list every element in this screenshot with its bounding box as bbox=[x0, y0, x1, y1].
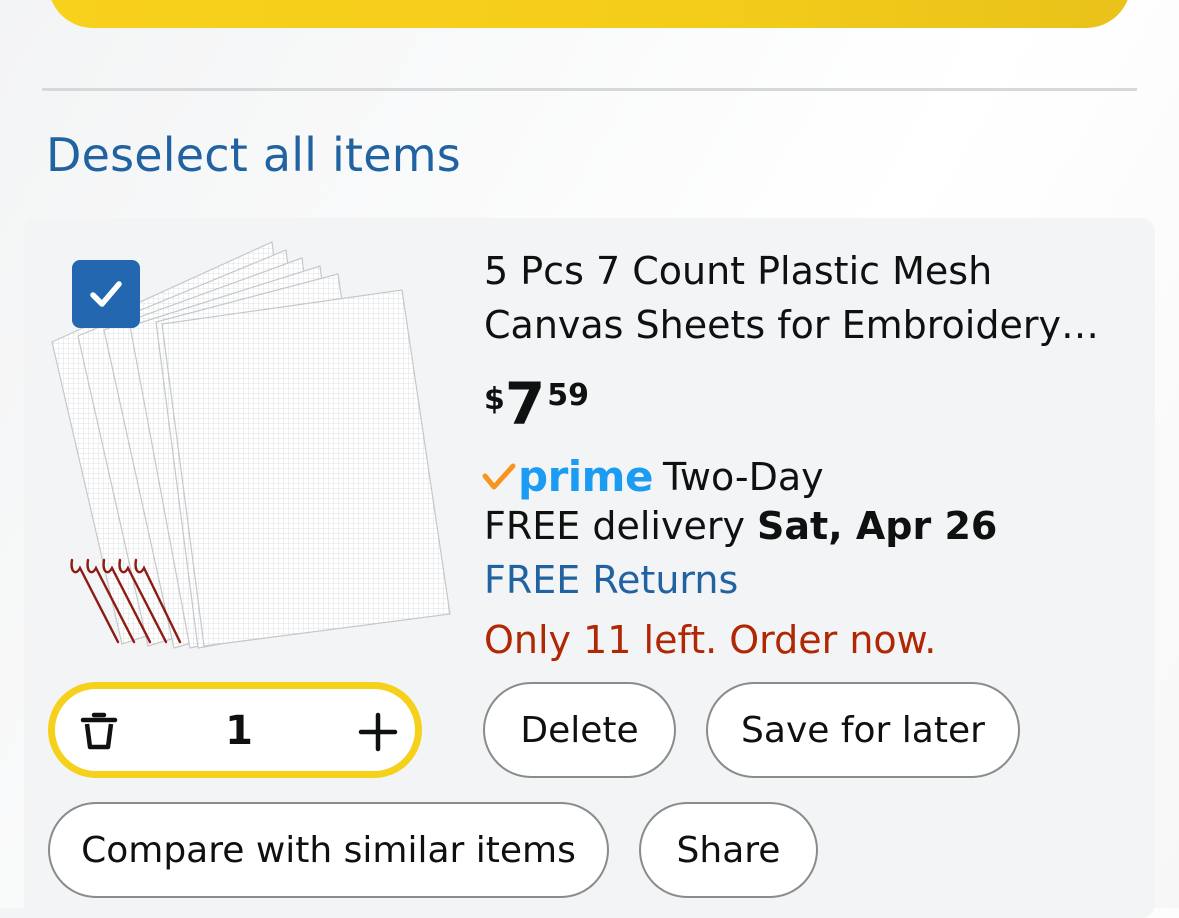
delivery-info: FREE delivery Sat, Apr 26 bbox=[484, 504, 997, 548]
prime-badge: prime Two-Day bbox=[482, 452, 824, 501]
product-title-link[interactable]: 5 Pcs 7 Count Plastic Mesh Canvas Sheets… bbox=[484, 244, 1124, 352]
product-price: $ 7 59 bbox=[484, 372, 589, 436]
delivery-prefix: FREE delivery bbox=[484, 504, 745, 548]
price-fraction: 59 bbox=[547, 378, 589, 413]
share-button[interactable]: Share bbox=[639, 802, 818, 898]
delivery-date: Sat, Apr 26 bbox=[757, 504, 998, 548]
quantity-stepper[interactable]: 1 bbox=[48, 682, 422, 778]
item-select-checkbox[interactable] bbox=[72, 260, 140, 328]
free-returns-link[interactable]: FREE Returns bbox=[484, 558, 738, 602]
product-title-line-2: Canvas Sheets for Embroidery… bbox=[484, 303, 1099, 347]
prime-check-icon bbox=[482, 463, 516, 489]
plus-icon[interactable] bbox=[357, 711, 399, 753]
stock-warning: Only 11 left. Order now. bbox=[484, 618, 937, 662]
proceed-to-checkout-button[interactable] bbox=[48, 0, 1131, 28]
price-whole: 7 bbox=[504, 370, 546, 438]
product-title-line-1: 5 Pcs 7 Count Plastic Mesh bbox=[484, 249, 993, 293]
prime-shipping-speed: Two-Day bbox=[662, 454, 824, 499]
save-for-later-button[interactable]: Save for later bbox=[706, 682, 1020, 778]
divider bbox=[42, 88, 1137, 91]
prime-logo-text: prime bbox=[518, 452, 653, 501]
deselect-all-link[interactable]: Deselect all items bbox=[46, 128, 461, 182]
delete-button[interactable]: Delete bbox=[483, 682, 676, 778]
price-currency: $ bbox=[484, 382, 505, 417]
quantity-value: 1 bbox=[225, 708, 253, 754]
compare-similar-button[interactable]: Compare with similar items bbox=[48, 802, 609, 898]
checkmark-icon bbox=[90, 281, 122, 307]
trash-icon[interactable] bbox=[79, 711, 119, 751]
